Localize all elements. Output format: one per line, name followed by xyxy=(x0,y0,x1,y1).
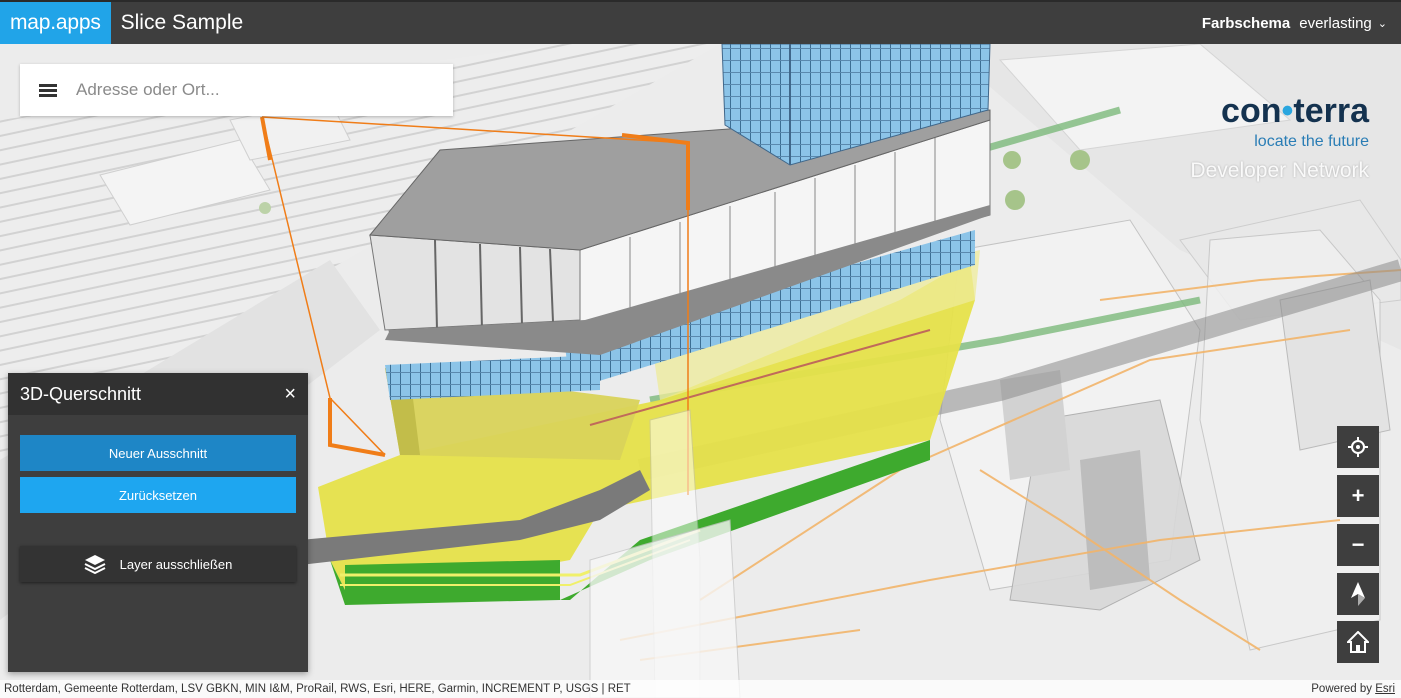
zoom-in-button[interactable]: + xyxy=(1337,475,1379,517)
zoom-out-button[interactable]: − xyxy=(1337,524,1379,566)
app-window: map.apps Slice Sample Farbschema everlas… xyxy=(0,0,1401,698)
home-icon xyxy=(1347,631,1369,653)
color-scheme-label: Farbschema xyxy=(1201,14,1291,32)
exclude-layer-label: Layer ausschließen xyxy=(119,556,233,572)
chevron-down-icon[interactable]: ⌄ xyxy=(1378,17,1387,30)
panel-title: 3D-Querschnitt xyxy=(20,383,142,404)
developer-network-label: Developer Network xyxy=(1190,159,1369,182)
app-title: Slice Sample xyxy=(120,11,244,34)
locate-icon xyxy=(1348,437,1368,457)
powered-by: Powered by Esri xyxy=(1311,683,1395,695)
menu-icon[interactable] xyxy=(20,64,76,116)
compass-icon xyxy=(1351,582,1365,606)
search-input[interactable] xyxy=(76,80,436,100)
color-scheme-selector[interactable]: Farbschema everlasting ⌄ xyxy=(1202,2,1387,44)
layers-icon xyxy=(84,555,106,574)
attribution-bar: Rotterdam, Gemeente Rotterdam, LSV GBKN,… xyxy=(0,680,1401,698)
close-icon[interactable]: × xyxy=(284,383,296,406)
brand-logo[interactable]: map.apps xyxy=(0,2,111,44)
locate-button[interactable] xyxy=(1337,426,1379,468)
compass-button[interactable] xyxy=(1337,573,1379,615)
logo-wordmark: con•terra xyxy=(1221,92,1369,130)
attribution-text: Rotterdam, Gemeente Rotterdam, LSV GBKN,… xyxy=(4,683,631,695)
app-header: map.apps Slice Sample Farbschema everlas… xyxy=(0,0,1401,44)
conterra-logo: con•terra locate the future Developer Ne… xyxy=(1129,92,1369,183)
exclude-layer-button[interactable]: Layer ausschließen xyxy=(20,546,296,582)
color-scheme-value[interactable]: everlasting xyxy=(1299,15,1372,32)
new-slice-button[interactable]: Neuer Ausschnitt xyxy=(20,435,296,471)
panel-header: 3D-Querschnitt × xyxy=(8,373,308,415)
home-button[interactable] xyxy=(1337,621,1379,663)
slice-panel: 3D-Querschnitt × Neuer Ausschnitt Zurück… xyxy=(8,373,308,672)
logo-tagline: locate the future xyxy=(1254,133,1369,150)
reset-button[interactable]: Zurücksetzen xyxy=(20,477,296,513)
search-box xyxy=(20,64,453,116)
esri-link[interactable]: Esri xyxy=(1375,683,1395,695)
